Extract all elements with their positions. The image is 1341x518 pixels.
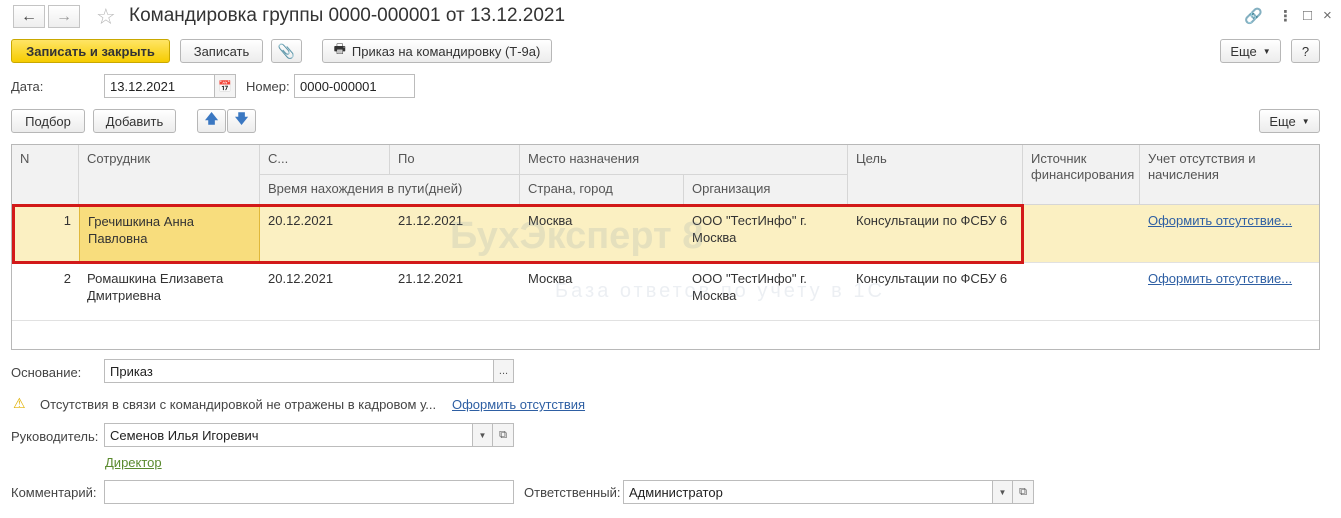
add-button[interactable]: Добавить bbox=[93, 109, 176, 133]
manager-position-link[interactable]: Директор bbox=[105, 455, 162, 470]
calendar-icon: 📅 bbox=[218, 80, 232, 93]
cell-absence: Оформить отсутствие... bbox=[1140, 205, 1319, 263]
move-down-button[interactable]: 🡇 bbox=[227, 109, 256, 133]
attach-button[interactable]: 📎 bbox=[271, 39, 302, 63]
chevron-down-icon: ▼ bbox=[478, 430, 487, 440]
cell-purpose[interactable]: Консультации по ФСБУ 6 bbox=[848, 205, 1023, 263]
favorite-star-icon[interactable]: ☆ bbox=[96, 4, 116, 30]
print-order-button[interactable]: 🖶 Приказ на командировку (Т-9а) bbox=[322, 39, 552, 63]
manager-field[interactable]: Семенов Илья Игоревич bbox=[104, 423, 473, 447]
header-from[interactable]: С... bbox=[260, 145, 390, 175]
cell-funding[interactable] bbox=[1023, 205, 1140, 263]
cell-from[interactable]: 20.12.2021 bbox=[260, 205, 390, 263]
header-absence[interactable]: Учет отсутствия и начисления bbox=[1140, 145, 1319, 205]
open-form-icon: ⧉ bbox=[499, 428, 507, 441]
cell-from[interactable]: 20.12.2021 bbox=[260, 263, 390, 321]
page-title: Командировка группы 0000-000001 от 13.12… bbox=[129, 5, 566, 26]
print-order-label: Приказ на командировку (Т-9а) bbox=[351, 43, 541, 59]
responsible-dropdown-button[interactable]: ▼ bbox=[992, 480, 1013, 504]
header-travel-days[interactable]: Время нахождения в пути(дней) bbox=[260, 175, 520, 205]
chevron-down-icon: ▼ bbox=[1262, 46, 1271, 56]
cell-n: 2 bbox=[63, 271, 71, 286]
close-icon[interactable]: × bbox=[1323, 7, 1332, 24]
responsible-open-button[interactable]: ⧉ bbox=[1012, 480, 1034, 504]
select-button[interactable]: Подбор bbox=[11, 109, 85, 133]
save-button[interactable]: Записать bbox=[180, 39, 263, 63]
save-and-close-button[interactable]: Записать и закрыть bbox=[11, 39, 170, 63]
number-label: Номер: bbox=[246, 79, 290, 94]
more-button[interactable]: Еще ▼ bbox=[1220, 39, 1281, 63]
cell-organization[interactable]: ООО "ТестИнфо" г. Москва bbox=[684, 263, 848, 321]
responsible-field[interactable]: Администратор bbox=[623, 480, 993, 504]
header-country-city[interactable]: Страна, город bbox=[520, 175, 684, 205]
number-field[interactable]: 0000-000001 bbox=[294, 74, 415, 98]
more-vertical-icon[interactable]: ⋮ bbox=[1278, 7, 1293, 25]
employees-table[interactable]: N Сотрудник С... По Место назначения Цел… bbox=[11, 144, 1320, 350]
cell-city[interactable]: Москва bbox=[520, 263, 684, 321]
cell-to[interactable]: 21.12.2021 bbox=[390, 263, 520, 321]
table-row[interactable]: 1 Гречишкина Анна Павловна 20.12.2021 21… bbox=[12, 205, 1319, 263]
manager-open-button[interactable]: ⧉ bbox=[492, 423, 514, 447]
cell-employee[interactable]: Гречишкина Анна Павловна bbox=[79, 205, 260, 263]
chevron-down-icon: ▼ bbox=[1301, 116, 1310, 126]
cell-absence: Оформить отсутствие... bbox=[1140, 263, 1319, 321]
cell-funding[interactable] bbox=[1023, 263, 1140, 321]
header-destination[interactable]: Место назначения bbox=[520, 145, 848, 175]
calendar-button[interactable]: 📅 bbox=[214, 74, 236, 98]
table-row[interactable]: 2 Ромашкина Елизавета Дмитриевна 20.12.2… bbox=[12, 263, 1319, 321]
warning-icon: ⚠ bbox=[13, 395, 26, 411]
table-more-label: Еще bbox=[1269, 113, 1296, 129]
forward-button[interactable]: → bbox=[48, 5, 80, 28]
basis-field[interactable]: Приказ bbox=[104, 359, 494, 383]
header-employee[interactable]: Сотрудник bbox=[79, 145, 260, 205]
link-icon[interactable]: 🔗 bbox=[1244, 7, 1263, 25]
basis-select-button[interactable]: ... bbox=[493, 359, 514, 383]
register-absence-link[interactable]: Оформить отсутствие... bbox=[1148, 213, 1292, 228]
arrow-left-icon: ← bbox=[21, 7, 37, 25]
register-absence-link[interactable]: Оформить отсутствие... bbox=[1148, 271, 1292, 286]
chevron-down-icon: ▼ bbox=[998, 487, 1007, 497]
date-label: Дата: bbox=[11, 79, 44, 94]
date-field[interactable]: 13.12.2021 bbox=[104, 74, 215, 98]
warning-text: Отсутствия в связи с командировкой не от… bbox=[40, 397, 437, 412]
header-n[interactable]: N bbox=[12, 145, 79, 205]
maximize-icon[interactable]: □ bbox=[1303, 7, 1312, 24]
cell-organization[interactable]: ООО "ТестИнфо" г. Москва bbox=[684, 205, 848, 263]
manager-dropdown-button[interactable]: ▼ bbox=[472, 423, 493, 447]
comment-field[interactable] bbox=[104, 480, 514, 504]
back-button[interactable]: ← bbox=[13, 5, 45, 28]
printer-icon: 🖶 bbox=[333, 41, 346, 56]
header-purpose[interactable]: Цель bbox=[848, 145, 1023, 205]
arrow-down-icon: 🡇 bbox=[234, 111, 249, 126]
cell-purpose[interactable]: Консультации по ФСБУ 6 bbox=[848, 263, 1023, 321]
open-form-icon: ⧉ bbox=[1019, 485, 1027, 498]
cell-employee[interactable]: Ромашкина Елизавета Дмитриевна bbox=[79, 263, 260, 321]
basis-label: Основание: bbox=[11, 365, 82, 380]
move-up-button[interactable]: 🡅 bbox=[197, 109, 226, 133]
cell-n: 1 bbox=[63, 213, 71, 228]
register-absences-link[interactable]: Оформить отсутствия bbox=[452, 397, 585, 412]
header-to[interactable]: По bbox=[390, 145, 520, 175]
paperclip-icon: 📎 bbox=[277, 42, 296, 59]
header-organization[interactable]: Организация bbox=[684, 175, 848, 205]
arrow-up-icon: 🡅 bbox=[204, 111, 219, 126]
manager-label: Руководитель: bbox=[11, 429, 99, 444]
more-label: Еще bbox=[1230, 43, 1257, 59]
responsible-label: Ответственный: bbox=[524, 485, 621, 500]
cell-to[interactable]: 21.12.2021 bbox=[390, 205, 520, 263]
comment-label: Комментарий: bbox=[11, 485, 97, 500]
header-funding[interactable]: Источник финансирования bbox=[1023, 145, 1140, 205]
help-button[interactable]: ? bbox=[1291, 39, 1320, 63]
cell-city[interactable]: Москва bbox=[520, 205, 684, 263]
arrow-right-icon: → bbox=[56, 7, 72, 25]
table-more-button[interactable]: Еще ▼ bbox=[1259, 109, 1320, 133]
